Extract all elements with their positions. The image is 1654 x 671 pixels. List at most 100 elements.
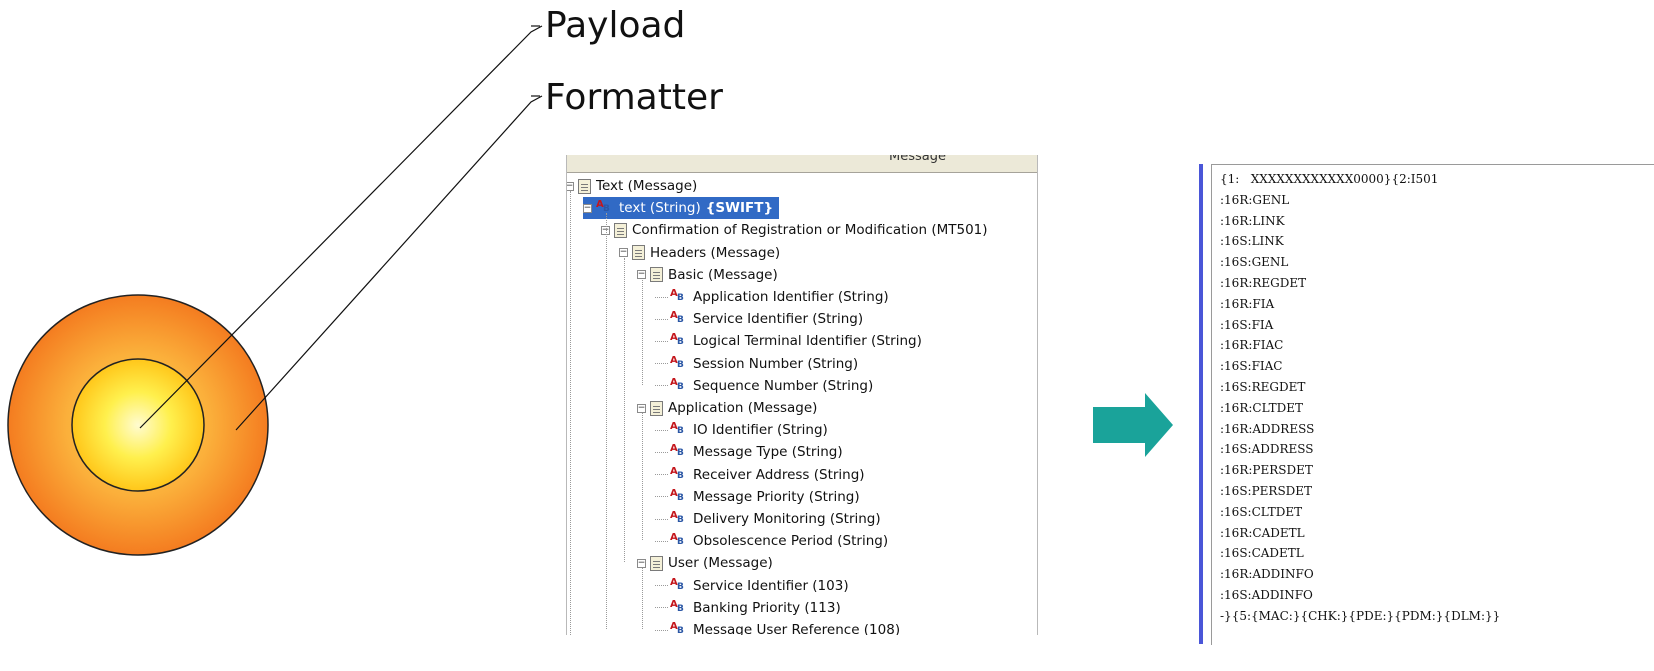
message-icon	[614, 222, 627, 238]
tree-row-label: Session Number (String)	[693, 355, 859, 372]
collapse-toggle-icon[interactable]: −	[637, 558, 646, 568]
tree-row-label: Confirmation of Registration or Modifica…	[632, 222, 988, 239]
tree-row-label: Obsolescence Period (String)	[693, 533, 889, 550]
tree-row-label: Banking Priority (113)	[693, 599, 841, 616]
tree-guide-line	[624, 257, 625, 563]
collapse-toggle-icon[interactable]: −	[619, 248, 628, 258]
tree-row-label: Message Priority (String)	[693, 488, 860, 505]
string-icon: AB	[670, 598, 684, 614]
swift-text-line: :16S:GENL	[1220, 255, 1289, 270]
tree-row-label: Application (Message)	[668, 400, 818, 416]
message-icon	[578, 178, 591, 194]
swift-text-area[interactable]: {1: XXXXXXXXXXXX0000}{2:I501 :16R:GENL :16…	[1211, 164, 1654, 645]
tree-row-label: Message Type (String)	[693, 444, 843, 461]
string-icon: AB	[670, 532, 684, 548]
tree-row[interactable]: − A B text (String) {SWIFT}	[583, 197, 780, 220]
swift-text-line: :16R:LINK	[1220, 213, 1285, 228]
string-icon: AB	[670, 621, 684, 635]
tree-row[interactable]: A B Delivery Monitoring (String)	[655, 508, 881, 530]
payload-leader-line	[139, 25, 543, 429]
tree-row-label: Sequence Number (String)	[693, 377, 874, 394]
message-icon	[632, 245, 645, 261]
swift-text-line: {1: XXXXXXXXXXXX0000}{2:I501	[1220, 172, 1439, 186]
string-icon: AB	[670, 310, 684, 326]
string-icon: AB	[670, 465, 684, 481]
collapse-toggle-icon[interactable]: −	[637, 270, 646, 280]
message-tree-panel: Message − Text (Message) − A Btext (String){…	[566, 155, 1038, 635]
collapse-toggle-icon[interactable]: −	[583, 203, 592, 213]
tree-row[interactable]: A B Sequence Number (String)	[655, 375, 873, 397]
format-badge: {SWIFT}	[705, 200, 774, 217]
right-arrow-icon	[1093, 393, 1173, 457]
tree-row[interactable]: A B Banking Priority (113)	[655, 597, 841, 619]
tree-row-label: Application Identifier (String)	[693, 289, 889, 305]
message-icon	[650, 267, 663, 283]
formatter-leader-line	[235, 95, 543, 431]
message-icon	[650, 555, 663, 571]
swift-text-line: :16S:REGDET	[1220, 380, 1306, 394]
tree-row-label: Basic (Message)	[668, 266, 778, 283]
tree-row[interactable]: A B Logical Terminal Identifier (String)	[655, 330, 922, 352]
tree-row[interactable]: A B Receiver Address (String)	[655, 464, 865, 486]
swift-text-line: :16S:LINK	[1220, 234, 1284, 249]
swift-text-line: :16S:FIAC	[1220, 359, 1283, 374]
tree-row[interactable]: A B Session Number (String)	[655, 353, 858, 375]
swift-text-line: :16R:GENL	[1220, 192, 1290, 207]
tree-row-label: Delivery Monitoring (String)	[693, 511, 881, 527]
message-icon	[650, 400, 663, 416]
tree-row-label: User (Message)	[668, 555, 773, 572]
tree-header-label: Message	[889, 155, 946, 164]
swift-text-line: :16S:PERSDET	[1220, 484, 1313, 498]
tree-row[interactable]: A B Obsolescence Period (String)	[655, 530, 888, 552]
swift-text-line: :16R:REGDET	[1220, 276, 1307, 290]
payload-circle	[71, 358, 205, 492]
swift-text-line: :16R:ADDINFO	[1220, 567, 1314, 582]
tree-row[interactable]: A B Message Type (String)	[655, 441, 843, 463]
tree-row[interactable]: A B Service Identifier (String)	[655, 308, 863, 330]
swift-text-line: :16S:ADDINFO	[1220, 588, 1313, 602]
tree-row[interactable]: A B IO Identifier (String)	[655, 419, 828, 441]
string-icon: AB	[670, 510, 684, 525]
string-icon: AB	[670, 354, 684, 370]
tree-row[interactable]: − Headers (Message)	[619, 242, 780, 264]
tree-guide-line	[642, 279, 643, 385]
tree-guide-line	[570, 191, 571, 635]
tree-row-label: Headers (Message)	[650, 244, 781, 261]
tree-row-label: Receiver Address (String)	[693, 466, 865, 483]
tree-column-header: Message	[567, 155, 1037, 173]
swift-text-line: :16R:FIA	[1220, 296, 1275, 311]
tree-row-label: Logical Terminal Identifier (String)	[693, 333, 922, 350]
tree-guide-line	[642, 413, 643, 541]
tree-row[interactable]: A B Application Identifier (String)	[655, 286, 889, 308]
swift-text-line: :16R:CLTDET	[1220, 400, 1303, 415]
string-icon: AB	[670, 487, 684, 503]
collapse-toggle-icon[interactable]: −	[567, 181, 574, 191]
tree-row[interactable]: − Text (Message)	[567, 175, 697, 197]
tree-guide-line	[606, 213, 607, 629]
tree-row[interactable]: − User (Message)	[637, 552, 773, 574]
tree-guide-line	[642, 568, 643, 629]
swift-text-line: :16R:PERSDET	[1220, 463, 1313, 478]
swift-text-line: -}{5:{MAC:}{CHK:}{PDE:}{PDM:}{DLM:}}	[1220, 608, 1501, 623]
swift-text-line: :16R:FIAC	[1220, 338, 1284, 353]
tree-row[interactable]: A B Service Identifier (103)	[655, 575, 849, 597]
string-icon: AB	[670, 421, 684, 437]
string-icon: AB	[670, 288, 684, 303]
tree-row-label: Service Identifier (103)	[693, 577, 849, 594]
swift-text-line: :16S:CLTDET	[1220, 504, 1303, 519]
swift-text-line: :16R:ADDRESS	[1220, 421, 1315, 436]
tree-row[interactable]: − Basic (Message)	[637, 264, 778, 286]
tree-row[interactable]: − Application (Message)	[637, 397, 817, 419]
tree-row[interactable]: A B Message User Reference (108)	[655, 619, 900, 635]
swift-text-line: :16R:CADETL	[1220, 525, 1305, 540]
tree-row[interactable]: − Confirmation of Registration or Modific…	[601, 219, 988, 241]
string-icon: AB	[670, 376, 684, 392]
tree-row-label: Service Identifier (String)	[693, 311, 864, 328]
string-icon: AB	[670, 443, 684, 459]
string-icon: AB	[670, 332, 684, 348]
tree-row[interactable]: A B Message Priority (String)	[655, 486, 860, 508]
collapse-toggle-icon[interactable]: −	[637, 403, 646, 413]
tree-row-label: Message User Reference (108)	[693, 622, 901, 635]
swift-text-line: :16S:CADETL	[1220, 546, 1304, 561]
swift-text-pane[interactable]: {1: XXXXXXXXXXXX0000}{2:I501 :16R:GENL :16…	[1199, 164, 1654, 645]
